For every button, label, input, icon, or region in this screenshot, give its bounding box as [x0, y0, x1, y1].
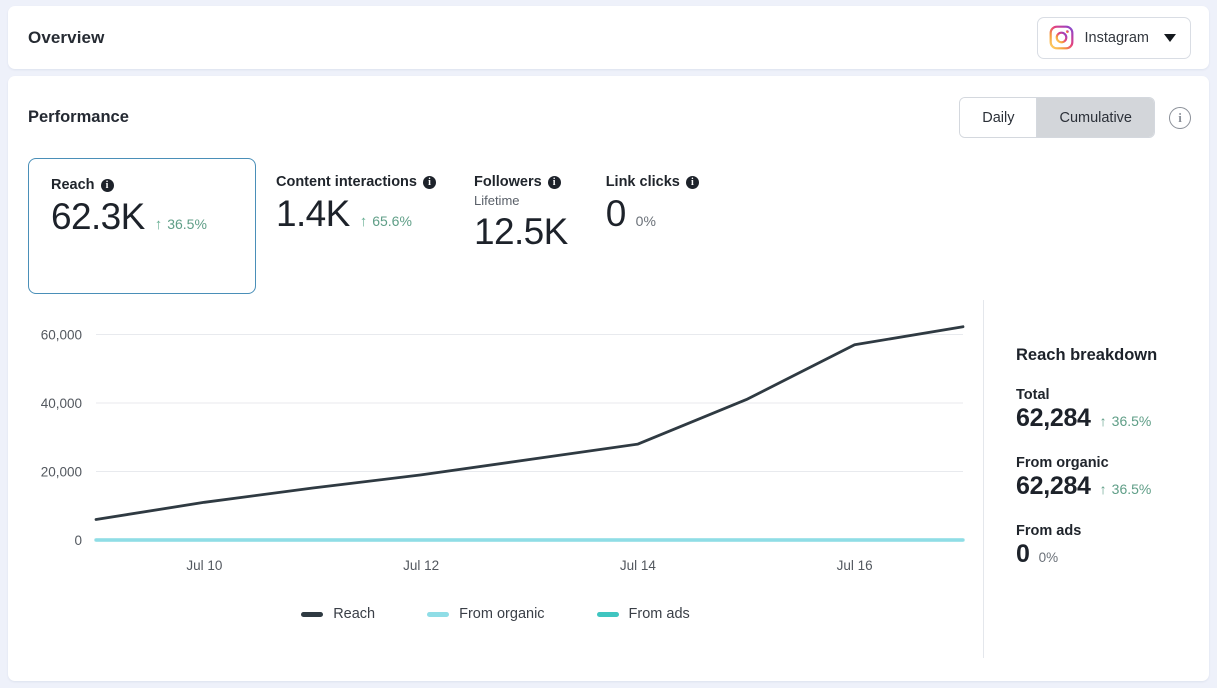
- x-axis-tick-label: Jul 14: [620, 558, 657, 573]
- kpi-value: 0: [605, 193, 627, 234]
- page-title: Overview: [28, 27, 105, 47]
- info-icon[interactable]: i: [1169, 106, 1191, 129]
- tab-daily[interactable]: Daily: [960, 98, 1037, 137]
- info-icon[interactable]: i: [547, 175, 561, 189]
- breakdown-row-total: Total 62,284 ↑ 36.5%: [1016, 387, 1209, 433]
- kpi-value-row: 62.3K ↑ 36.5%: [51, 196, 255, 238]
- chevron-down-icon: [1164, 33, 1176, 42]
- tab-cumulative[interactable]: Cumulative: [1036, 98, 1154, 137]
- kpi-value: 1.4K: [276, 193, 350, 234]
- kpi-label: Link clicks i: [606, 174, 699, 190]
- legend-label: Reach: [333, 606, 376, 622]
- legend-item-from-organic[interactable]: From organic: [427, 606, 545, 622]
- breakdown-value: 0: [1016, 540, 1030, 568]
- arrow-up-icon: ↑: [1099, 413, 1107, 429]
- y-axis-tick-label: 20,000: [41, 465, 82, 480]
- legend-swatch: [301, 611, 324, 617]
- kpi-label-text: Followers: [473, 174, 542, 190]
- breakdown-row-from-organic: From organic 62,284 ↑ 36.5%: [1016, 455, 1209, 501]
- info-icon[interactable]: i: [100, 178, 114, 192]
- kpi-label-text: Content interactions: [276, 174, 417, 190]
- breakdown-label: Total: [1016, 387, 1050, 403]
- kpi-delta: ↑ 36.5%: [155, 216, 207, 233]
- arrow-up-icon: ↑: [154, 216, 163, 233]
- kpi-sublabel: Lifetime: [473, 193, 520, 208]
- platform-dropdown[interactable]: Instagram: [1036, 16, 1191, 59]
- kpi-value-row: 0 0%: [605, 193, 699, 235]
- x-axis-tick-label: Jul 12: [403, 558, 439, 573]
- breakdown-delta: ↑ 36.5%: [1100, 481, 1152, 497]
- kpi-value-row: 12.5K: [473, 211, 568, 253]
- kpi-card-reach[interactable]: Reach i 62.3K ↑ 36.5%: [28, 158, 256, 294]
- kpi-value: 62.3K: [51, 196, 145, 237]
- x-axis-tick-label: Jul 10: [186, 558, 222, 573]
- y-axis-tick-label: 40,000: [41, 396, 82, 411]
- breakdown-delta: ↑ 36.5%: [1100, 413, 1152, 429]
- kpi-delta: 0%: [635, 213, 656, 229]
- kpi-card-content-interactions[interactable]: Content interactions i 1.4K ↑ 65.6%: [256, 158, 454, 235]
- kpi-label: Followers i: [474, 174, 568, 190]
- kpi-card-followers[interactable]: Followers i Lifetime 12.5K: [454, 158, 586, 253]
- breakdown-delta-text: 36.5%: [1111, 481, 1152, 497]
- info-icon[interactable]: i: [422, 175, 436, 189]
- breakdown-label: From ads: [1016, 523, 1082, 539]
- breakdown-value: 62,284: [1016, 404, 1091, 432]
- x-axis-tick-label: Jul 16: [837, 558, 873, 573]
- performance-title: Performance: [28, 108, 129, 126]
- kpi-label: Content interactions i: [276, 174, 436, 190]
- breakdown-value-row: 0 0%: [1016, 540, 1209, 569]
- performance-header: Performance Daily Cumulative i: [8, 76, 1209, 138]
- kpi-delta: ↑ 65.6%: [360, 213, 412, 230]
- info-icon[interactable]: i: [685, 175, 699, 189]
- y-axis-tick-label: 60,000: [41, 328, 82, 343]
- reach-breakdown-panel: Reach breakdown Total 62,284 ↑ 36.5% Fro…: [983, 300, 1209, 658]
- kpi-card-link-clicks[interactable]: Link clicks i 0 0%: [586, 158, 717, 235]
- legend-swatch: [596, 611, 619, 617]
- dashboard-page: Overview Instagram Performance Daily Cum…: [0, 0, 1217, 688]
- legend-swatch: [427, 611, 450, 617]
- overview-card: Overview Instagram: [8, 6, 1209, 69]
- breakdown-row-from-ads: From ads 0 0%: [1016, 523, 1209, 569]
- kpi-value: 12.5K: [473, 211, 568, 252]
- legend-item-reach[interactable]: Reach: [301, 606, 375, 622]
- kpi-value-row: 1.4K ↑ 65.6%: [276, 193, 436, 235]
- breakdown-value-row: 62,284 ↑ 36.5%: [1016, 404, 1209, 433]
- kpi-delta-text: 65.6%: [372, 213, 412, 229]
- breakdown-delta-text: 36.5%: [1111, 413, 1152, 429]
- kpi-label: Reach i: [51, 177, 255, 193]
- breakdown-value: 62,284: [1016, 472, 1091, 500]
- granularity-toggle[interactable]: Daily Cumulative: [959, 97, 1155, 138]
- legend-label: From ads: [628, 606, 690, 622]
- chart-canvas: 0 20,000 40,000 60,000 Jul 10 Jul 12 Jul 14 Jul…: [41, 325, 965, 573]
- kpi-row: Reach i 62.3K ↑ 36.5% Content interactio…: [8, 138, 1209, 294]
- kpi-label-text: Reach: [51, 177, 95, 193]
- y-axis-tick-label: 0: [74, 533, 82, 548]
- instagram-icon: [1049, 25, 1074, 50]
- breakdown-value-row: 62,284 ↑ 36.5%: [1016, 472, 1209, 501]
- series-line-reach: [94, 325, 965, 521]
- chart-legend: Reach From organic From ads: [8, 606, 983, 622]
- arrow-up-icon: ↑: [1099, 481, 1107, 497]
- legend-label: From organic: [459, 606, 545, 622]
- breakdown-delta: 0%: [1038, 550, 1059, 565]
- kpi-label-text: Link clicks: [605, 174, 680, 190]
- legend-item-from-ads[interactable]: From ads: [596, 606, 690, 622]
- platform-name: Instagram: [1084, 29, 1149, 46]
- arrow-up-icon: ↑: [359, 213, 368, 230]
- performance-card: Performance Daily Cumulative i Reach i 6…: [8, 76, 1209, 681]
- reach-line-chart[interactable]: 0 20,000 40,000 60,000 Jul 10 Jul 12 Jul 14 Jul…: [8, 300, 983, 658]
- breakdown-label: From organic: [1016, 455, 1109, 471]
- chart-section: 0 20,000 40,000 60,000 Jul 10 Jul 12 Jul 14 Jul…: [8, 288, 1209, 658]
- performance-controls: Daily Cumulative i: [959, 97, 1191, 138]
- breakdown-title: Reach breakdown: [1016, 346, 1158, 364]
- kpi-delta-text: 36.5%: [167, 216, 207, 232]
